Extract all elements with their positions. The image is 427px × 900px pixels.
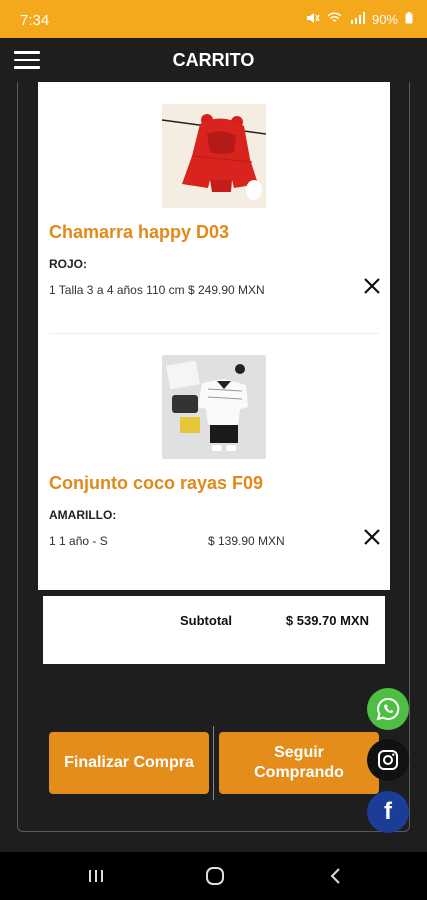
back-icon [330,868,340,884]
recent-apps-button[interactable] [84,864,108,888]
facebook-button[interactable]: f [367,791,409,833]
battery-percent: 90% [371,12,398,27]
product-details: 1 Talla 3 a 4 años 110 cm $ 249.90 MXN [49,283,265,297]
wifi-icon [327,12,342,27]
whatsapp-icon [376,697,400,721]
battery-icon [405,12,413,27]
cart-content[interactable]: Chamarra happy D03 ROJO: 1 Talla 3 a 4 a… [0,82,427,852]
instagram-icon [378,750,398,770]
remove-item-button[interactable] [361,275,383,297]
status-icons: 90% [306,12,413,27]
mute-icon [306,12,320,27]
signal-icon [349,12,365,27]
product-name[interactable]: Conjunto coco rayas F09 [49,473,263,494]
checkout-button[interactable]: Finalizar Compra [49,732,209,794]
product-details: 1 1 año - S [49,534,108,548]
cart-item: Conjunto coco rayas F09 AMARILLO: 1 1 añ… [38,333,390,590]
close-icon [364,529,380,545]
product-image-outfit[interactable] [162,355,266,459]
product-color: AMARILLO: [49,508,117,522]
product-image-jacket[interactable] [162,104,266,208]
remove-item-button[interactable] [361,526,383,548]
close-icon [364,278,380,294]
facebook-icon: f [384,798,392,825]
product-name[interactable]: Chamarra happy D03 [49,222,229,243]
home-button[interactable] [203,864,227,888]
home-icon [206,867,224,885]
system-nav-bar [0,852,427,900]
cart-items-card: Chamarra happy D03 ROJO: 1 Talla 3 a 4 a… [38,82,390,590]
app-bar: CARRITO [0,38,427,82]
subtotal-value: $ 539.70 MXN [285,613,369,628]
page-title: CARRITO [172,50,255,70]
cart-item: Chamarra happy D03 ROJO: 1 Talla 3 a 4 a… [38,82,390,332]
recent-apps-icon [89,870,103,882]
product-color: ROJO: [49,257,88,271]
product-price: $ 139.90 MXN [208,534,285,548]
subtotal-label: Subtotal [180,613,232,628]
continue-shopping-button[interactable]: Seguir Comprando [219,732,379,794]
subtotal-box: Subtotal $ 539.70 MXN [43,596,385,664]
status-bar: 7:34 90% [0,0,427,38]
status-time: 7:34 [20,12,50,29]
instagram-button[interactable] [367,739,409,781]
button-separator [213,726,214,800]
back-button[interactable] [324,864,348,888]
whatsapp-button[interactable] [367,688,409,730]
